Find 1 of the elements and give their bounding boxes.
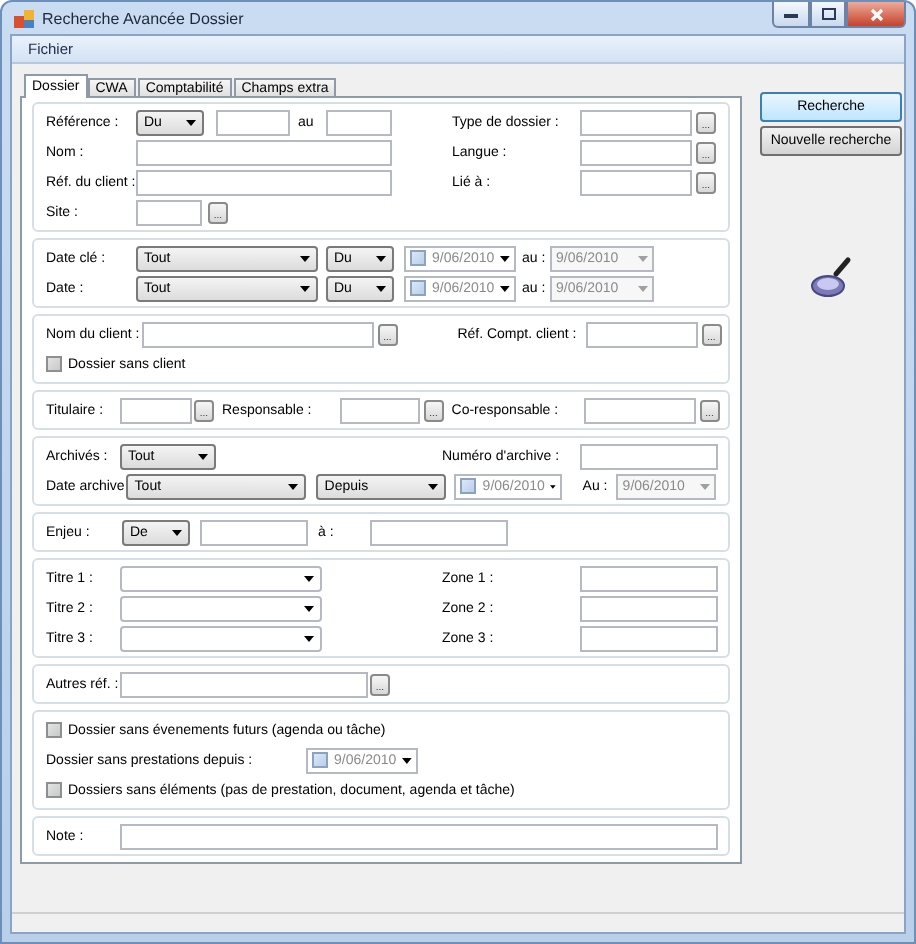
window-title: Recherche Avancée Dossier xyxy=(42,9,244,27)
